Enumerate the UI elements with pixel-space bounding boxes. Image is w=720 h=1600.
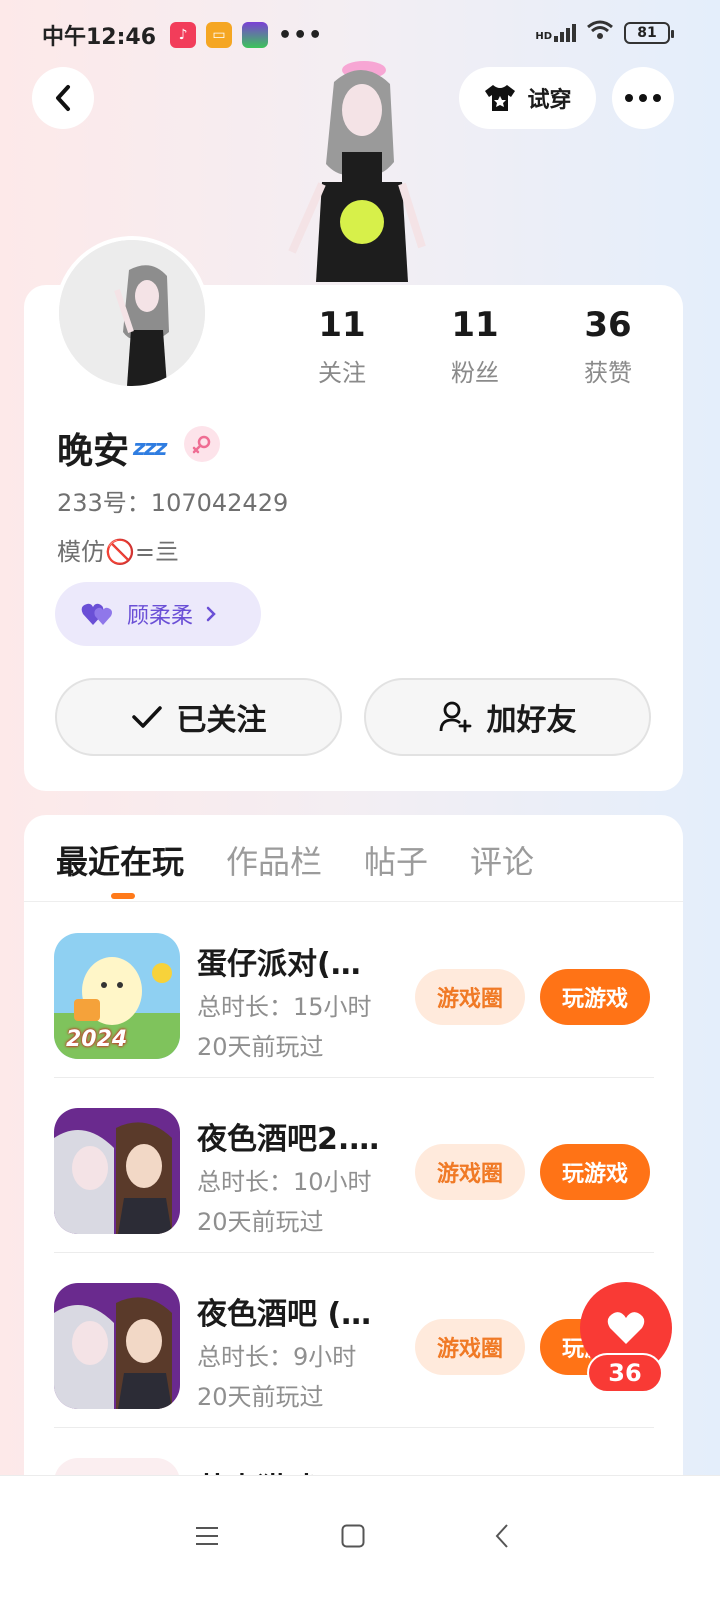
following-count: 11 (318, 305, 366, 345)
relation-name: 顾柔柔 (127, 604, 194, 629)
relation-chip[interactable]: 顾柔柔 (55, 582, 261, 646)
game-duration: 总时长：9小时 (197, 1343, 357, 1371)
back-triangle-icon (495, 1524, 508, 1548)
stat-fans[interactable]: 11 粉丝 (415, 305, 535, 388)
add-friend-button[interactable]: 加好友 (364, 678, 651, 756)
try-on-button[interactable]: 试穿 (459, 67, 596, 129)
network-label: HD (535, 31, 552, 42)
game-circle-button[interactable]: 游戏圈 (415, 1144, 525, 1200)
likes-label: 获赞 (584, 359, 632, 387)
menu-icon (196, 1527, 218, 1545)
sleep-emoji-icon: zzz (133, 435, 167, 461)
user-id: 233号：107042429 (57, 489, 289, 517)
nickname: 晚安 zzz (57, 422, 167, 474)
game-duration: 总时长：10小时 (197, 1168, 372, 1196)
nickname-text: 晚安 (57, 431, 130, 472)
avatar-3d-figure (282, 52, 432, 288)
bio: 模仿🚫=亖 (57, 538, 179, 566)
game-app-icon (242, 22, 269, 48)
system-indicators: HD 81 (535, 20, 674, 46)
following-label: 关注 (318, 359, 366, 387)
tab-works[interactable]: 作品栏 (226, 837, 322, 883)
fans-count: 11 (451, 305, 499, 345)
more-dots-icon (625, 94, 661, 102)
back-button[interactable] (32, 67, 94, 129)
nav-menu-button[interactable] (177, 1506, 237, 1566)
heart-icon (607, 1312, 645, 1344)
game-title: 蛋仔派对(… (197, 947, 361, 982)
game-last-played: 20天前玩过 (197, 1033, 324, 1061)
try-on-label: 试穿 (527, 88, 572, 113)
add-user-icon (439, 701, 471, 733)
checkmark-icon (131, 706, 162, 728)
system-nav-bar (0, 1475, 720, 1600)
game-row[interactable]: 夜色酒吧2.… 总时长：10小时 20天前玩过 游戏圈 玩游戏 (54, 1078, 654, 1253)
nav-home-button[interactable] (323, 1506, 383, 1566)
game-last-played: 20天前玩过 (197, 1383, 324, 1411)
game-title: 夜色酒吧 (… (197, 1297, 372, 1332)
likes-count: 36 (584, 305, 632, 345)
wifi-icon (586, 20, 614, 46)
home-square-icon (341, 1524, 365, 1548)
play-game-button[interactable]: 玩游戏 (540, 969, 650, 1025)
game-icon-eggy-party[interactable]: 2024 (54, 933, 180, 1059)
play-game-button[interactable]: 玩游戏 (540, 1144, 650, 1200)
followed-label: 已关注 (176, 703, 267, 738)
tiktok-icon: ♪ (170, 22, 197, 48)
chevron-left-icon (56, 85, 70, 111)
battery-icon: 81 (624, 22, 674, 44)
fans-label: 粉丝 (451, 359, 499, 387)
avatar[interactable] (55, 236, 209, 390)
message-app-icon: ▭ (206, 22, 233, 48)
tab-recent-play[interactable]: 最近在玩 (56, 837, 184, 883)
more-notifications-icon: ••• (278, 22, 324, 48)
female-gender-icon (184, 426, 220, 462)
game-last-played: 20天前玩过 (197, 1208, 324, 1236)
game-circle-button[interactable]: 游戏圈 (415, 1319, 525, 1375)
recent-games-card: 最近在玩 作品栏 帖子 评论 2024 蛋仔派对(… 总时长：15小时 20天前… (24, 815, 683, 1515)
add-friend-label: 加好友 (486, 703, 577, 738)
tshirt-icon (485, 85, 516, 111)
game-icon-night-bar-2[interactable] (54, 1108, 180, 1234)
game-icon-year-label: 2024 (66, 1027, 128, 1052)
game-circle-button[interactable]: 游戏圈 (415, 969, 525, 1025)
like-count-badge: 36 (587, 1353, 663, 1393)
game-icon-night-bar[interactable] (54, 1283, 180, 1409)
stat-likes[interactable]: 36 获赞 (548, 305, 668, 388)
status-time: 中午12:46 (42, 25, 157, 50)
game-row[interactable]: 2024 蛋仔派对(… 总时长：15小时 20天前玩过 游戏圈 玩游戏 (54, 903, 654, 1078)
game-row[interactable]: 夜色酒吧 (… 总时长：9小时 20天前玩过 游戏圈 玩游戏 (54, 1253, 654, 1428)
game-duration: 总时长：15小时 (197, 993, 372, 1021)
more-options-button[interactable] (612, 67, 674, 129)
tab-comments[interactable]: 评论 (470, 837, 534, 883)
tabs-divider (24, 901, 683, 902)
followed-button[interactable]: 已关注 (55, 678, 342, 756)
stat-following[interactable]: 11 关注 (282, 305, 402, 388)
nav-back-button[interactable] (472, 1506, 532, 1566)
chevron-right-icon (206, 606, 216, 622)
couple-heart-icon (81, 603, 112, 625)
game-title: 夜色酒吧2.… (197, 1122, 380, 1157)
profile-tabs: 最近在玩 作品栏 帖子 评论 (56, 837, 534, 883)
signal-icon: HD (535, 24, 576, 42)
active-tab-indicator (111, 893, 135, 899)
tab-posts[interactable]: 帖子 (364, 837, 428, 883)
